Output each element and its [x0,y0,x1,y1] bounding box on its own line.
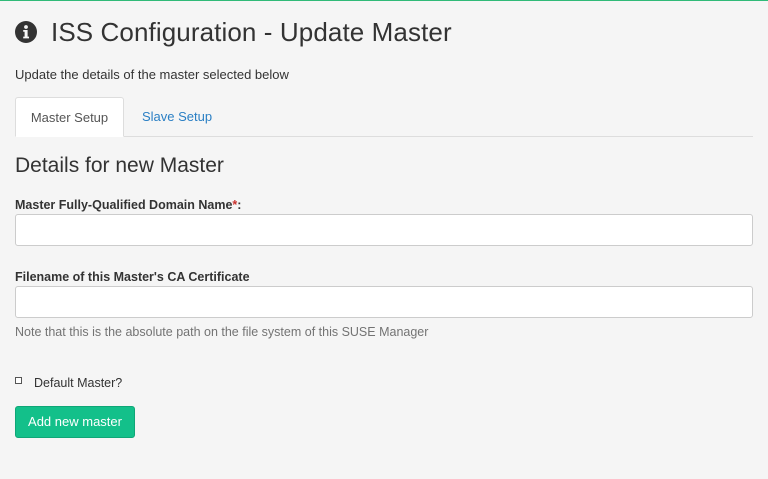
page-subtitle: Update the details of the master selecte… [15,67,289,82]
ca-cert-label: Filename of this Master's CA Certificate [15,270,250,284]
add-new-master-button[interactable]: Add new master [15,406,135,438]
default-master-field: Default Master? [15,376,122,390]
info-circle-icon [15,21,37,43]
fqdn-label-text: Master Fully-Qualified Domain Name [15,198,233,212]
ca-cert-help-text: Note that this is the absolute path on t… [15,325,429,339]
fqdn-label-suffix: : [237,198,242,212]
default-master-checkbox[interactable] [15,376,22,384]
ca-cert-input[interactable] [15,286,753,318]
tab-master-setup[interactable]: Master Setup [15,97,124,137]
section-title: Details for new Master [15,154,224,177]
fqdn-label: Master Fully-Qualified Domain Name*: [15,198,241,212]
default-master-label: Default Master? [34,376,123,390]
fqdn-input[interactable] [15,214,753,246]
page-header: ISS Configuration - Update Master [15,15,452,49]
tab-bar: Master Setup Slave Setup [15,97,753,137]
tab-slave-setup[interactable]: Slave Setup [126,97,228,137]
top-accent-line [0,0,768,1]
page-title: ISS Configuration - Update Master [51,17,452,47]
